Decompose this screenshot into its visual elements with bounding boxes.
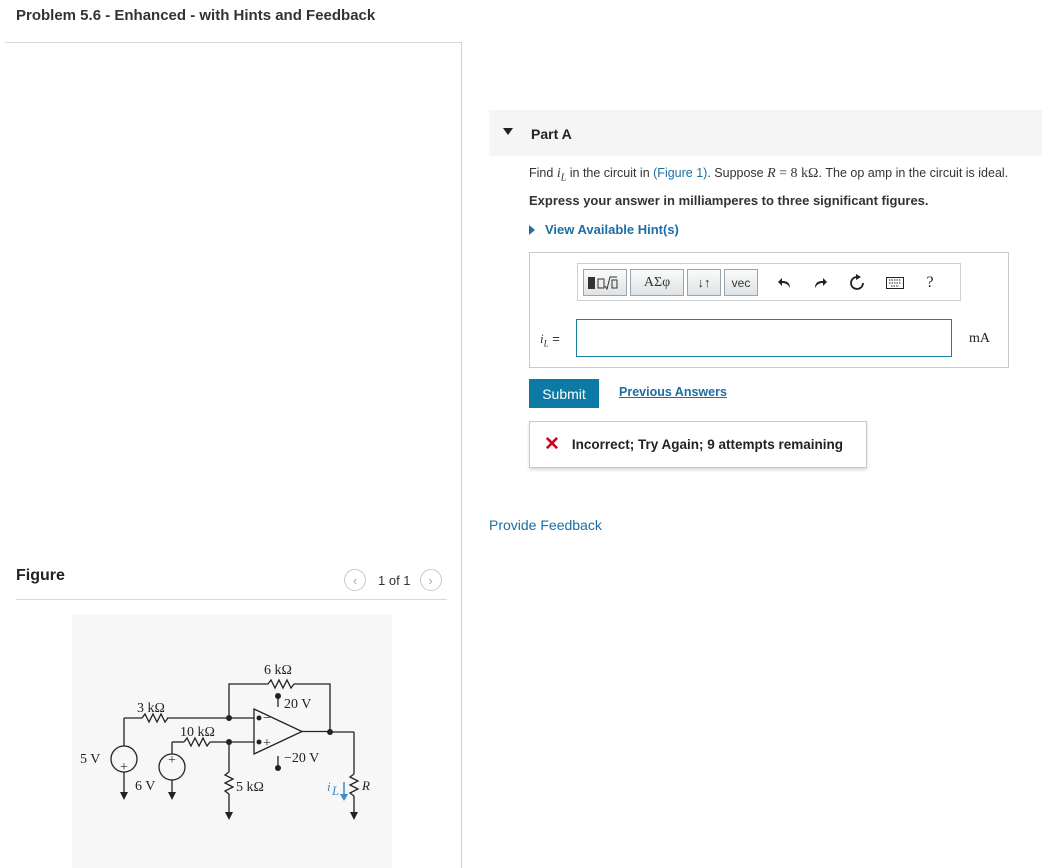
answer-unit: mA (969, 331, 990, 346)
figure-link[interactable]: (Figure 1) (653, 166, 707, 180)
caret-right-icon (529, 224, 535, 235)
previous-answers-link[interactable]: Previous Answers (619, 385, 727, 399)
provide-feedback-link[interactable]: Provide Feedback (489, 517, 602, 533)
view-hints-toggle[interactable]: View Available Hint(s) (529, 222, 679, 237)
undo-icon[interactable] (774, 272, 796, 294)
vector-button[interactable]: vec (724, 269, 758, 296)
error-x-icon: ✕ (544, 434, 560, 455)
label-3k: 3 kΩ (137, 701, 165, 716)
figure-divider (16, 599, 447, 600)
submit-button[interactable]: Submit (529, 379, 599, 408)
pane-divider[interactable] (461, 42, 462, 868)
svg-text:−: − (263, 711, 271, 726)
chevron-right-icon[interactable]: › (419, 569, 442, 591)
reset-icon[interactable] (846, 272, 868, 294)
math-toolbar: ΑΣφ ↓↑ vec ? (577, 263, 961, 301)
svg-text:+: + (120, 760, 128, 775)
label-il: i (327, 779, 331, 794)
svg-text:+: + (168, 753, 176, 768)
label-6v: 6 V (135, 779, 155, 794)
redo-icon[interactable] (809, 272, 831, 294)
keyboard-icon[interactable] (884, 272, 906, 294)
figure-label: Figure (16, 567, 65, 584)
title-divider (5, 42, 462, 43)
circuit-figure[interactable]: 6 kΩ 3 kΩ 10 kΩ 5 kΩ 20 V −20 V 5 V 6 V … (72, 614, 392, 868)
collapse-caret-icon[interactable] (503, 128, 513, 135)
label-plus-20v: 20 V (284, 697, 311, 712)
answer-label: iL = (540, 331, 560, 349)
help-button[interactable]: ? (919, 272, 941, 294)
label-il-sub: L (331, 783, 339, 798)
label-r: R (361, 778, 370, 793)
figure-page-indicator: 1 of 1 (378, 572, 411, 588)
templates-icon[interactable] (583, 269, 627, 296)
label-6k: 6 kΩ (264, 663, 292, 678)
svg-text:+: + (263, 736, 271, 751)
part-label: Part A (531, 126, 572, 142)
answer-input[interactable] (576, 319, 952, 357)
label-5v: 5 V (80, 752, 100, 767)
label-minus-20v: −20 V (284, 751, 319, 766)
problem-title: Problem 5.6 - Enhanced - with Hints and … (16, 7, 376, 24)
part-a-header[interactable] (489, 110, 1042, 156)
feedback-message: ✕ Incorrect; Try Again; 9 attempts remai… (529, 421, 867, 468)
circuit-diagram: 6 kΩ 3 kΩ 10 kΩ 5 kΩ 20 V −20 V 5 V 6 V … (80, 663, 370, 820)
answer-panel: ΑΣφ ↓↑ vec ? iL = mA (529, 252, 1009, 368)
feedback-status: Incorrect; Try Again; 9 attempts remaini… (571, 437, 843, 452)
answer-instruction: Express your answer in milliamperes to t… (529, 193, 929, 208)
chevron-left-icon[interactable]: ‹ (344, 569, 366, 591)
label-5k: 5 kΩ (236, 780, 264, 795)
question-text: Find iL in the circuit in (Figure 1). Su… (529, 166, 1009, 184)
hint-toggle-label: View Available Hint(s) (545, 222, 679, 237)
figure-pager: ‹ 1 of 1 › (344, 568, 442, 592)
label-10k: 10 kΩ (180, 725, 215, 740)
subscript-superscript-button[interactable]: ↓↑ (687, 269, 721, 296)
greek-symbols-button[interactable]: ΑΣφ (630, 269, 684, 296)
